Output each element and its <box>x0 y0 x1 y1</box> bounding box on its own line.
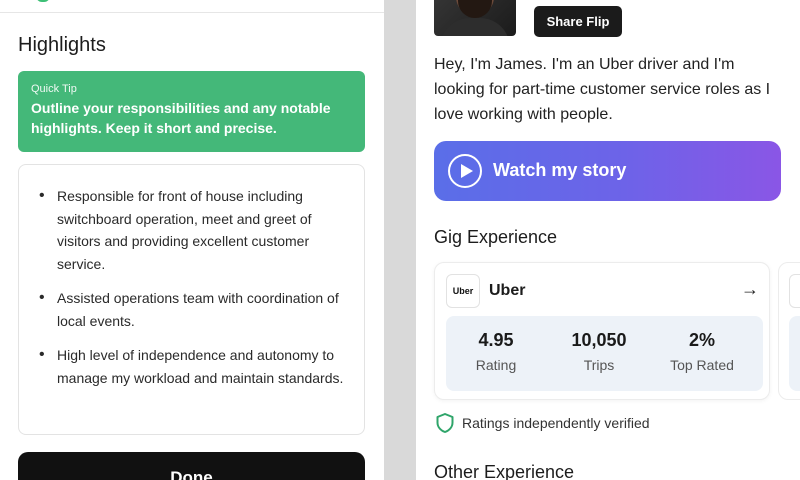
stat-trips: 10,050 Trips <box>549 330 649 373</box>
profile-bio: Hey, I'm James. I'm an Uber driver and I… <box>434 56 771 123</box>
gig-stats: 4.95 Rating 10,050 Trips 2% Top Rated <box>446 316 763 391</box>
arrow-right-icon[interactable]: → <box>741 279 759 300</box>
profile-panel: Share Flip Hey, I'm James. I'm an Uber d… <box>416 0 800 480</box>
stat-label: Top Rated <box>670 357 734 373</box>
stat-top-rated: 2% Top Rated <box>652 330 752 373</box>
highlights-list: Responsible for front of house including… <box>37 185 346 389</box>
shield-icon <box>436 413 454 433</box>
gig-company-name: Uber <box>489 282 526 299</box>
ratings-verified: Ratings independently verified <box>436 413 650 433</box>
header-divider <box>0 12 384 13</box>
highlights-panel: Highlights Quick Tip Outline your respon… <box>0 0 384 480</box>
stat-value: 4.95 <box>478 330 514 350</box>
stat-rating: 4.95 Rating <box>446 330 546 373</box>
app-logo-fragment <box>36 0 50 2</box>
stat-value: 2% <box>688 330 715 350</box>
next-gig-logo <box>789 274 800 308</box>
uber-logo: Uber <box>446 274 480 308</box>
watch-story-label: Watch my story <box>493 160 627 180</box>
highlight-item: Assisted operations team with coordinati… <box>37 287 346 332</box>
gig-card-next[interactable] <box>778 262 800 400</box>
play-icon <box>448 154 482 188</box>
highlights-title: Highlights <box>18 34 106 56</box>
quick-tip-text: Outline your responsibilities and any no… <box>31 100 331 136</box>
next-gig-stats <box>789 316 800 391</box>
verified-text: Ratings independently verified <box>462 415 650 431</box>
stat-label: Trips <box>583 357 615 373</box>
highlights-textarea[interactable]: Responsible for front of house including… <box>18 164 365 435</box>
stat-value: 10,050 <box>571 330 627 350</box>
highlight-item: Responsible for front of house including… <box>37 185 346 275</box>
other-experience-title: Other Experience <box>434 462 575 480</box>
watch-story-button[interactable]: Watch my story <box>434 141 781 201</box>
gig-card-uber[interactable]: Uber Uber → 4.95 Rating 10,050 Trips 2% … <box>434 262 770 400</box>
stat-label: Rating <box>475 357 517 373</box>
gig-experience-title: Gig Experience <box>434 227 558 247</box>
quick-tip-label: Quick Tip <box>31 83 77 95</box>
share-flip-button[interactable]: Share Flip <box>534 6 622 37</box>
done-button[interactable]: Done <box>18 452 365 480</box>
quick-tip-banner: Quick Tip Outline your responsibilities … <box>18 71 365 152</box>
profile-photo <box>434 0 516 36</box>
highlight-item: High level of independence and autonomy … <box>37 344 346 389</box>
